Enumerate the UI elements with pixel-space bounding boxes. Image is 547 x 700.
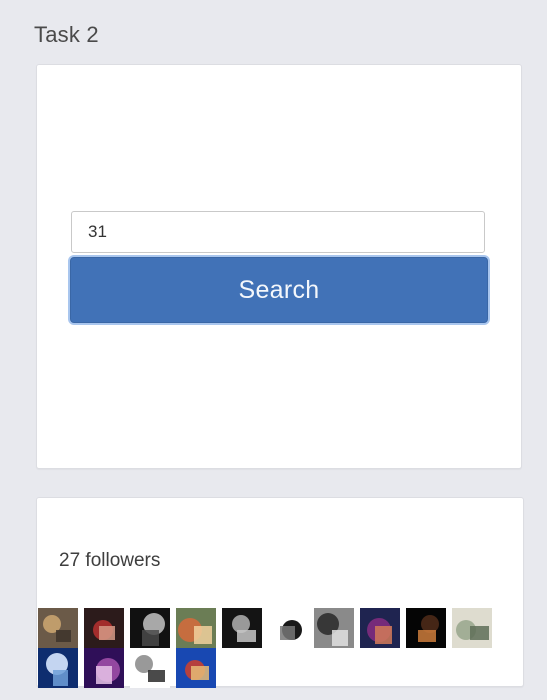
avatar-6[interactable]: [268, 608, 308, 648]
avatar-12[interactable]: [84, 648, 124, 688]
avatar-7[interactable]: [314, 608, 354, 648]
followers-count: 27 followers: [59, 550, 161, 571]
search-input[interactable]: [71, 211, 485, 253]
avatar-10[interactable]: [452, 608, 492, 648]
search-card: Search: [36, 64, 522, 469]
avatar-5[interactable]: [222, 608, 262, 648]
avatar-3[interactable]: [130, 608, 170, 648]
avatar-4[interactable]: [176, 608, 216, 648]
search-button[interactable]: Search: [70, 257, 488, 323]
avatar-8[interactable]: [360, 608, 400, 648]
avatar-9[interactable]: [406, 608, 446, 648]
avatar-2[interactable]: [84, 608, 124, 648]
avatar-13[interactable]: [130, 648, 170, 688]
avatar-11[interactable]: [38, 648, 78, 688]
avatar-1[interactable]: [38, 608, 78, 648]
task-title: Task 2: [34, 22, 99, 47]
avatar-14[interactable]: [176, 648, 216, 688]
followers-card: 27 followers: [36, 497, 524, 688]
